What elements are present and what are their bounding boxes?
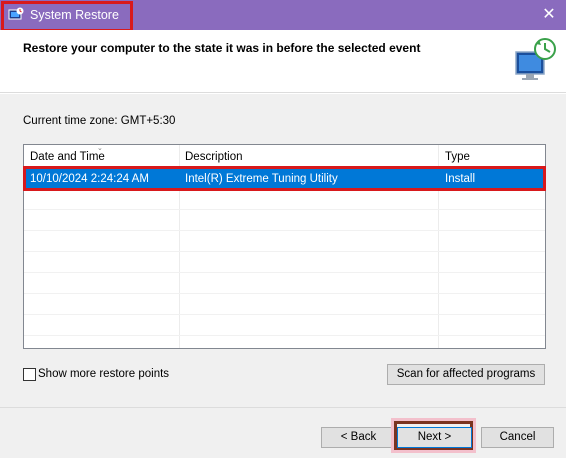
title-highlight (1, 1, 133, 32)
close-icon[interactable]: ✕ (536, 4, 562, 26)
footer-divider (0, 407, 566, 408)
row-gridline (24, 272, 545, 273)
header-band (0, 30, 566, 93)
table-header: ⌄ Date and Time Description Type (24, 145, 545, 167)
monitor-restore-clock-icon (515, 38, 556, 80)
row-gridline (24, 293, 545, 294)
column-header-date[interactable]: Date and Time (30, 151, 105, 163)
row-gridline (24, 209, 545, 210)
row-gridline (24, 230, 545, 231)
column-header-type[interactable]: Type (445, 151, 470, 163)
row-gridline (24, 335, 545, 336)
row-gridline (24, 251, 545, 252)
back-button[interactable]: < Back (321, 427, 396, 448)
restore-points-table[interactable]: ⌄ Date and Time Description Type 10/10/2… (23, 144, 546, 349)
next-button[interactable]: Next > (397, 427, 472, 448)
row-gridline (24, 314, 545, 315)
show-more-label-text: Show more restore points (38, 368, 170, 380)
page-heading: Restore your computer to the state it wa… (23, 41, 421, 55)
show-more-label[interactable]: Show more restore points (38, 368, 169, 380)
row-highlight (23, 166, 546, 191)
scan-affected-programs-button[interactable]: Scan for affected programs (387, 364, 545, 385)
column-header-description[interactable]: Description (185, 151, 243, 163)
time-zone-label: Current time zone: GMT+5:30 (23, 115, 176, 127)
cancel-button[interactable]: Cancel (481, 427, 554, 448)
show-more-checkbox[interactable] (23, 368, 36, 381)
